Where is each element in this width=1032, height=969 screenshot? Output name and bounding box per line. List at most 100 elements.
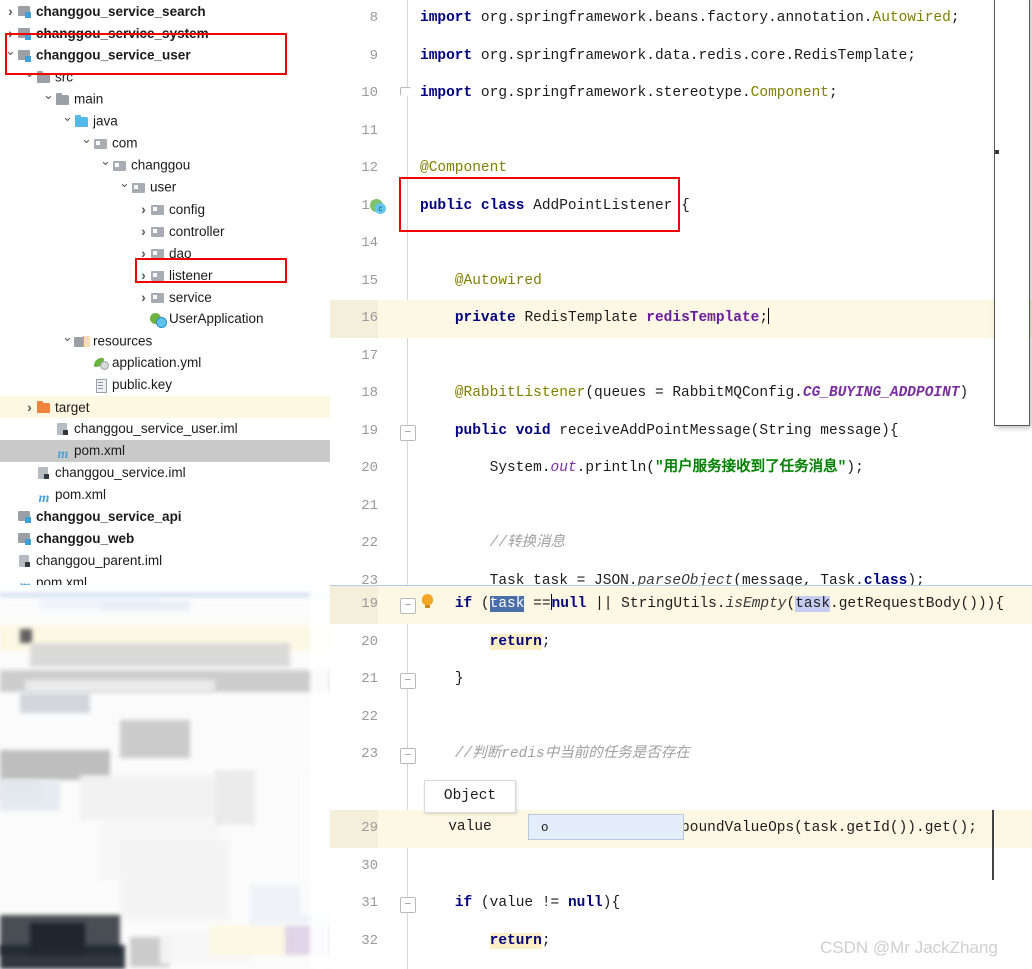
chevron-down-icon[interactable] — [61, 330, 74, 354]
fold-collapse-icon[interactable]: − — [400, 748, 416, 764]
code-line[interactable]: 12 @Component — [330, 150, 1032, 188]
folder-icon — [36, 70, 52, 85]
chevron-down-icon[interactable] — [61, 110, 74, 134]
tree-item-changgou-web[interactable]: changgou_web — [0, 528, 330, 550]
code-line[interactable]: 10 import org.springframework.stereotype.… — [330, 75, 1032, 113]
maven-icon: m — [38, 491, 50, 506]
code-text: import org.springframework.beans.factory… — [420, 10, 960, 26]
code-line[interactable]: 14 — [330, 225, 1032, 263]
code-line[interactable]: 11 — [330, 113, 1032, 151]
chevron-down-icon[interactable] — [118, 176, 131, 200]
line-number: 30 — [361, 857, 378, 874]
code-line[interactable]: 16 private RedisTemplate redisTemplate; — [330, 300, 1032, 338]
fold-region-icon[interactable] — [400, 87, 411, 96]
tree-item-java[interactable]: java — [0, 110, 330, 132]
fold-collapse-icon[interactable]: − — [400, 424, 416, 441]
tree-item-changgou-service-iml[interactable]: changgou_service.iml — [0, 462, 330, 484]
tree-item-label: changgou_service_search — [36, 4, 206, 20]
chevron-down-icon[interactable] — [4, 44, 17, 68]
chevron-down-icon[interactable] — [42, 88, 55, 112]
folder-icon — [55, 92, 71, 107]
iml-icon — [17, 554, 33, 568]
code-line[interactable]: 19 − public void receiveAddPointMessage(S… — [330, 413, 1032, 451]
tree-item-src[interactable]: src — [0, 66, 330, 88]
code-text: public class AddPointListener { — [420, 197, 690, 214]
code-line[interactable]: 22 — [330, 699, 1032, 737]
tree-item-label: user — [150, 179, 177, 195]
code-lines-top[interactable]: 8 import org.springframework.beans.factor… — [330, 0, 1032, 585]
code-line[interactable]: 30 — [330, 848, 1032, 886]
tree-item-pom-xml[interactable]: mpom.xml — [0, 572, 330, 585]
chevron-down-icon[interactable] — [99, 154, 112, 178]
package-icon — [150, 291, 166, 305]
tree-item-resources[interactable]: resources — [0, 330, 330, 352]
code-line[interactable]: 19 − if (task ==null || StringUtils.isEmp… — [330, 586, 1032, 624]
tree-item-config[interactable]: config — [0, 198, 330, 220]
tree-item-application-yml[interactable]: application.yml — [0, 352, 330, 374]
code-line[interactable]: 33− } — [330, 960, 1032, 969]
tree-item-label: pom.xml — [55, 487, 107, 502]
code-line[interactable]: 31 − if (value != null){ — [330, 885, 1032, 923]
tree-item-public-key[interactable]: public.key — [0, 374, 330, 396]
tree-item-com[interactable]: com — [0, 132, 330, 154]
floating-side-popup[interactable] — [994, 0, 1030, 426]
code-line[interactable]: 18 @RabbitListener(queues = RabbitMQConf… — [330, 375, 1032, 413]
code-text: return; — [489, 932, 551, 949]
tree-item-changgou-service-user[interactable]: changgou_service_user — [0, 44, 330, 66]
tree-item-label: UserApplication — [169, 311, 264, 326]
code-line[interactable]: 23 Task task = JSON.parseObject(message,… — [330, 563, 1032, 586]
fold-collapse-icon[interactable]: − — [400, 673, 416, 689]
tree-item-user[interactable]: user — [0, 176, 330, 198]
blur-smear — [0, 945, 125, 969]
tree-item-changgou-parent-iml[interactable]: changgou_parent.iml — [0, 550, 330, 572]
tree-item-pom-xml[interactable]: m pom.xml — [0, 484, 330, 506]
code-line[interactable]: 8 import org.springframework.beans.factor… — [330, 0, 1032, 38]
tree-item-service[interactable]: service — [0, 286, 330, 308]
tree-item-changgou-service-system[interactable]: changgou_service_system — [0, 22, 330, 44]
tree-item-label: public.key — [112, 377, 173, 392]
project-tool-window[interactable]: changgou_service_search changgou_service_… — [0, 0, 330, 585]
code-text: //转换消息 — [489, 535, 566, 551]
tree-item-target[interactable]: target — [0, 396, 330, 418]
tree-item-controller[interactable]: controller — [0, 220, 330, 242]
tree-item-dao[interactable]: dao — [0, 242, 330, 264]
code-text: public void receiveAddPointMessage(Strin… — [454, 422, 899, 439]
code-lines-mid[interactable]: 19 − if (task ==null || StringUtils.isEmp… — [330, 586, 1032, 774]
tree-item-listener[interactable]: listener — [0, 264, 330, 286]
fold-collapse-icon[interactable]: − — [400, 598, 416, 614]
line-number: 19 — [361, 422, 378, 439]
tree-item-changgou-service-search[interactable]: changgou_service_search — [0, 0, 330, 22]
code-line[interactable]: 15 @Autowired — [330, 263, 1032, 301]
tree-item-changgou-service-api[interactable]: changgou_service_api — [0, 506, 330, 528]
code-line[interactable]: 21 — [330, 488, 1032, 526]
line-number: 31 — [361, 895, 378, 911]
chevron-down-icon[interactable] — [80, 132, 93, 156]
completion-list-item[interactable]: o — [528, 814, 684, 840]
module-icon — [17, 532, 33, 546]
code-line[interactable]: 20 return; — [330, 624, 1032, 662]
spring-bean-gutter-icon[interactable] — [370, 198, 386, 215]
tree-item-main[interactable]: main — [0, 88, 330, 110]
code-editor-top-pane[interactable]: 8 import org.springframework.beans.factor… — [330, 0, 1032, 585]
package-icon — [150, 247, 166, 261]
code-line[interactable]: 13public class AddPointListener { — [330, 188, 1032, 226]
tree-item-changgou[interactable]: changgou — [0, 154, 330, 176]
tree-item-label: config — [169, 202, 206, 218]
code-editor-mid-pane[interactable]: 19 − if (task ==null || StringUtils.isEmp… — [330, 585, 1032, 811]
chevron-down-icon[interactable] — [23, 66, 36, 90]
code-line[interactable]: 17 — [330, 338, 1032, 376]
line-number: 8 — [369, 10, 378, 26]
code-text: Task task = JSON.parseObject(message, Ta… — [489, 572, 925, 586]
code-line[interactable]: 21 − } — [330, 661, 1032, 699]
code-line[interactable]: 23 − //判断redis中当前的任务是否存在 — [330, 736, 1032, 774]
tree-item-pom-xml[interactable]: mpom.xml — [0, 440, 330, 462]
code-line[interactable]: 20 System.out.println("用户服务接收到了任务消息"); — [330, 450, 1032, 488]
fold-collapse-icon[interactable]: − — [400, 897, 416, 913]
resources-folder-icon — [74, 335, 90, 349]
tree-item-userapplication[interactable]: UserApplication — [0, 308, 330, 330]
tree-item-changgou-service-user-iml[interactable]: changgou_service_user.iml — [0, 418, 330, 440]
code-line[interactable]: 22 //转换消息 — [330, 525, 1032, 563]
module-icon — [17, 5, 33, 19]
code-line[interactable]: 9 import org.springframework.data.redis.c… — [330, 38, 1032, 76]
blur-smear — [100, 601, 190, 610]
